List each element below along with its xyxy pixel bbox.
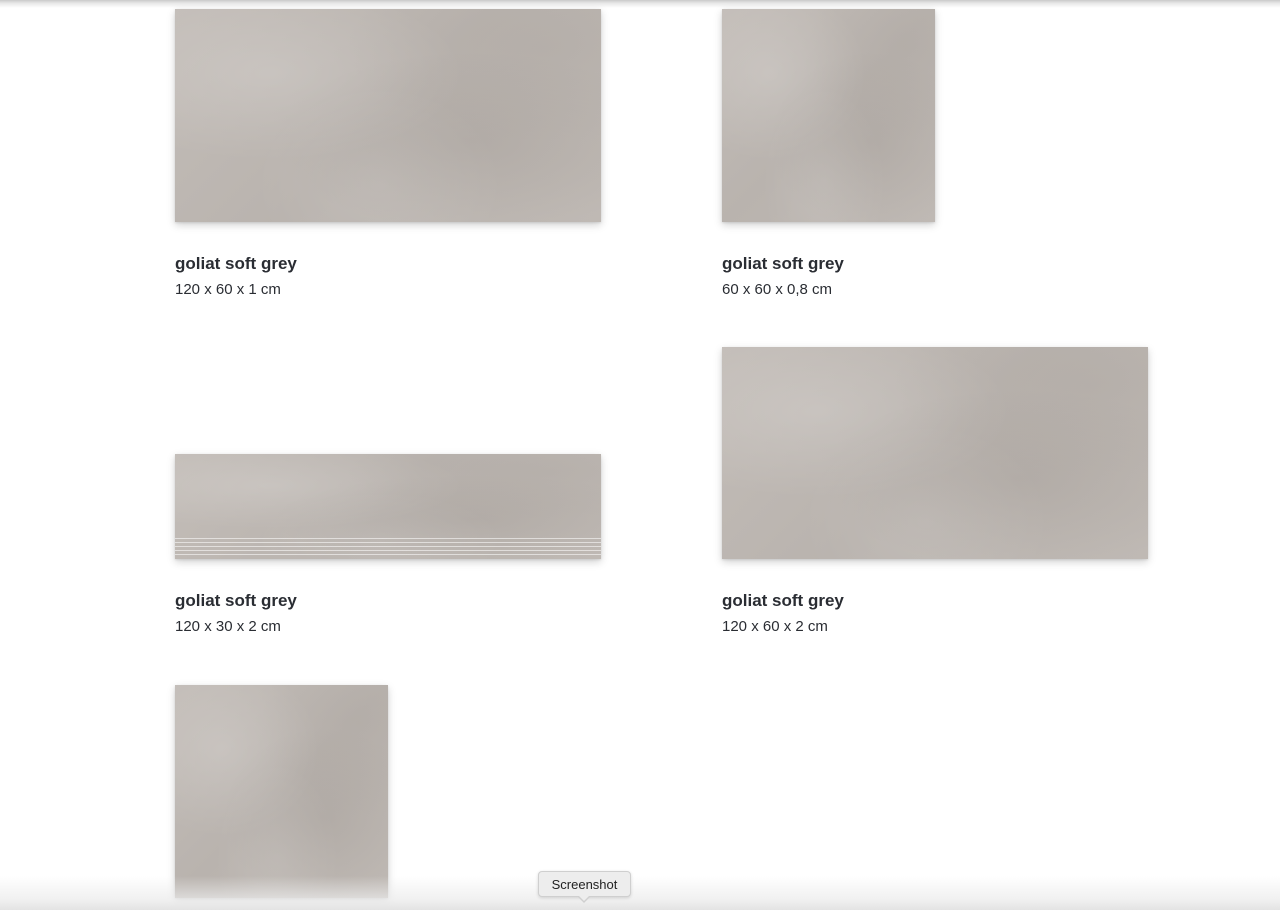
tooltip-arrow-fill <box>578 895 590 901</box>
product-size-2: 60 x 60 x 0,8 cm <box>722 281 833 298</box>
product-image-4[interactable] <box>722 347 1148 559</box>
product-size-4: 120 x 60 x 2 cm <box>722 618 828 635</box>
product-title-4[interactable]: goliat soft grey <box>722 591 844 611</box>
product-title-1[interactable]: goliat soft grey <box>175 254 297 274</box>
product-title-2[interactable]: goliat soft grey <box>722 254 844 274</box>
product-image-2[interactable] <box>722 9 935 222</box>
product-title-3[interactable]: goliat soft grey <box>175 591 297 611</box>
product-image-5[interactable] <box>175 685 388 898</box>
screenshot-tooltip: Screenshot <box>538 871 631 897</box>
product-size-3: 120 x 30 x 2 cm <box>175 618 281 635</box>
product-image-1[interactable] <box>175 9 601 222</box>
product-grid-page: goliat soft grey 120 x 60 x 1 cm goliat … <box>0 0 1280 910</box>
stair-tread-grooves <box>175 538 601 556</box>
product-size-1: 120 x 60 x 1 cm <box>175 281 281 298</box>
top-edge-shadow <box>0 0 1280 8</box>
product-image-3[interactable] <box>175 454 601 559</box>
